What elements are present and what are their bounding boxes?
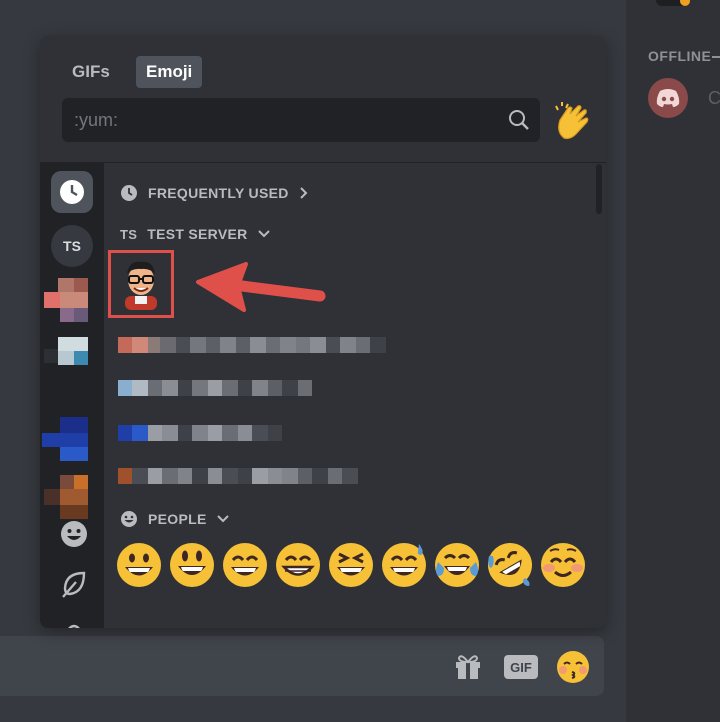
custom-emoji-highlighted[interactable] xyxy=(108,250,174,318)
emoji-category-sidebar: TS xyxy=(40,163,104,628)
discord-logo-icon xyxy=(656,89,680,107)
emoji-search-box[interactable] xyxy=(62,98,540,142)
blurred-emoji-row[interactable] xyxy=(118,380,312,396)
emoji-list-scrollbar[interactable] xyxy=(596,164,602,214)
tab-gifs[interactable]: GIFs xyxy=(62,56,120,88)
people-emoji-row xyxy=(116,542,586,588)
tab-emoji[interactable]: Emoji xyxy=(136,56,203,88)
sweat-smile-emoji-icon[interactable] xyxy=(381,542,427,588)
status-dot xyxy=(680,0,690,6)
laughing-emoji-icon[interactable] xyxy=(328,542,374,588)
chevron-down-icon xyxy=(216,515,229,523)
blurred-emoji-row[interactable] xyxy=(118,337,386,353)
clapping-hands-icon[interactable] xyxy=(554,102,592,140)
server-initials-label: TS xyxy=(120,226,138,242)
food-icon xyxy=(68,624,80,628)
rofl-emoji-icon[interactable] xyxy=(487,542,533,588)
chevron-right-icon xyxy=(299,187,308,199)
smiley-icon xyxy=(61,521,87,547)
blush-emoji-icon[interactable] xyxy=(540,542,586,588)
grin-emoji-icon[interactable] xyxy=(275,542,321,588)
clock-icon xyxy=(60,180,84,204)
gif-button[interactable]: GIF xyxy=(504,655,538,679)
section-frequently-used[interactable]: FREQUENTLY USED xyxy=(120,184,309,202)
gift-icon[interactable] xyxy=(453,653,483,681)
emoji-picker-button-icon[interactable] xyxy=(556,650,590,684)
member-avatar-partial[interactable] xyxy=(656,0,690,6)
emoji-search-input[interactable] xyxy=(74,98,494,142)
category-nature[interactable] xyxy=(53,563,95,605)
smiley-emoji-icon[interactable] xyxy=(169,542,215,588)
blurred-emoji-row[interactable] xyxy=(118,425,282,441)
cartoon-avatar-emoji-icon xyxy=(125,261,157,310)
search-icon xyxy=(509,110,529,130)
blurred-server-icon[interactable] xyxy=(44,278,90,324)
category-server-ts[interactable]: TS xyxy=(51,225,93,267)
category-recent[interactable] xyxy=(51,171,93,213)
category-people[interactable] xyxy=(53,513,95,555)
blurred-server-icon[interactable] xyxy=(44,337,90,377)
smile-emoji-icon[interactable] xyxy=(222,542,268,588)
offline-section-header: OFFLINE xyxy=(648,48,720,64)
red-arrow-annotation xyxy=(196,262,326,312)
member-avatar[interactable] xyxy=(648,78,688,118)
member-list-panel: OFFLINE C xyxy=(626,0,720,722)
smiley-icon xyxy=(120,510,138,528)
section-people[interactable]: PEOPLE xyxy=(120,510,229,528)
emoji-picker: GIFs Emoji TS xyxy=(40,36,606,628)
category-food[interactable] xyxy=(53,611,95,628)
blurred-server-icon[interactable] xyxy=(42,417,90,461)
clock-icon xyxy=(120,184,138,202)
leaf-icon xyxy=(62,571,86,598)
joy-emoji-icon[interactable] xyxy=(434,542,480,588)
section-test-server[interactable]: TS TEST SERVER xyxy=(120,226,270,242)
grinning-face-emoji-icon[interactable] xyxy=(116,542,162,588)
member-name-partial[interactable]: C xyxy=(708,88,720,109)
picker-divider xyxy=(40,162,606,163)
blurred-emoji-row[interactable] xyxy=(118,468,358,484)
chevron-down-icon xyxy=(257,230,270,238)
